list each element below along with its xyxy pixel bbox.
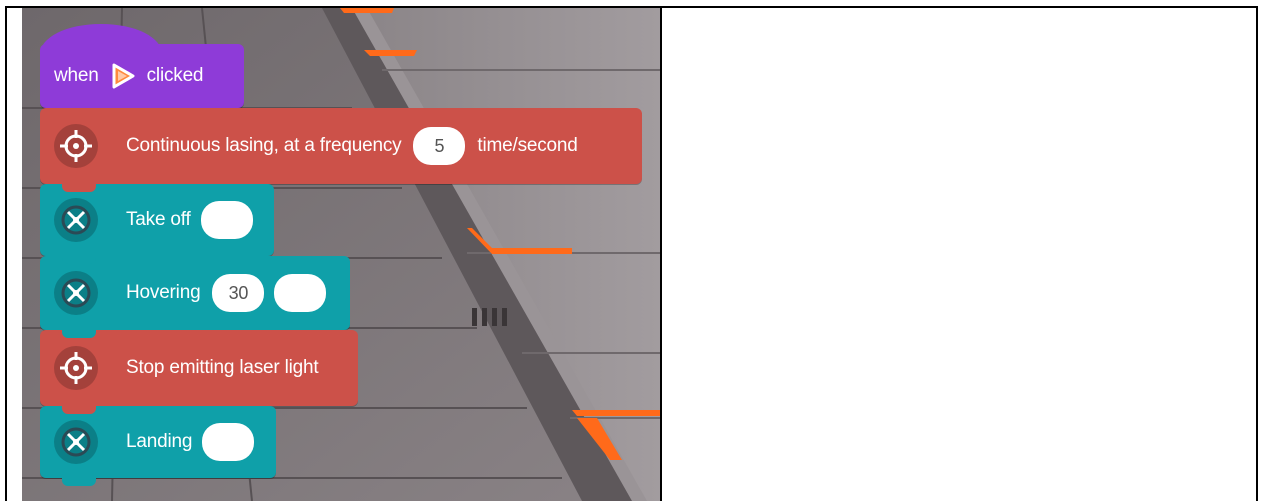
continuous-lasing-block[interactable]: Continuous lasing, at a frequency 5 time…	[40, 108, 642, 184]
stop-laser-label: Stop emitting laser light	[126, 357, 319, 378]
take-off-label: Take off	[126, 209, 191, 230]
take-off-block[interactable]: Take off	[40, 184, 274, 256]
lasing-label: Continuous lasing, at a frequency	[126, 135, 402, 156]
take-off-input[interactable]	[200, 201, 253, 239]
block-connector-notch	[62, 478, 96, 486]
frequency-unit-label: time/second	[477, 135, 578, 156]
play-flag-icon	[107, 61, 137, 91]
crosshair-icon	[54, 124, 98, 168]
stop-laser-block[interactable]: Stop emitting laser light	[40, 330, 358, 406]
hat-when-label: when	[54, 65, 99, 86]
when-clicked-hat-block[interactable]: when clicked	[40, 44, 244, 108]
block-connector-notch	[62, 256, 96, 264]
block-connector-notch	[62, 184, 96, 192]
drone-icon	[54, 271, 98, 315]
frame-border-right	[1256, 6, 1258, 501]
landing-block[interactable]: Landing	[40, 406, 276, 478]
hovering-duration-input[interactable]: 30	[212, 274, 265, 312]
landing-label: Landing	[126, 431, 193, 452]
frame-border-middle	[660, 6, 662, 501]
hovering-extra-input[interactable]	[274, 274, 327, 312]
frequency-input[interactable]: 5	[413, 127, 466, 165]
hovering-label: Hovering	[126, 282, 201, 303]
frame-border-left	[5, 6, 7, 501]
landing-input[interactable]	[202, 423, 255, 461]
block-connector-notch	[62, 330, 96, 338]
drone-icon	[54, 198, 98, 242]
crosshair-icon	[54, 346, 98, 390]
drone-icon	[54, 420, 98, 464]
hovering-block[interactable]: Hovering 30	[40, 256, 350, 330]
block-connector-notch	[62, 406, 96, 414]
hat-clicked-label: clicked	[146, 65, 204, 86]
